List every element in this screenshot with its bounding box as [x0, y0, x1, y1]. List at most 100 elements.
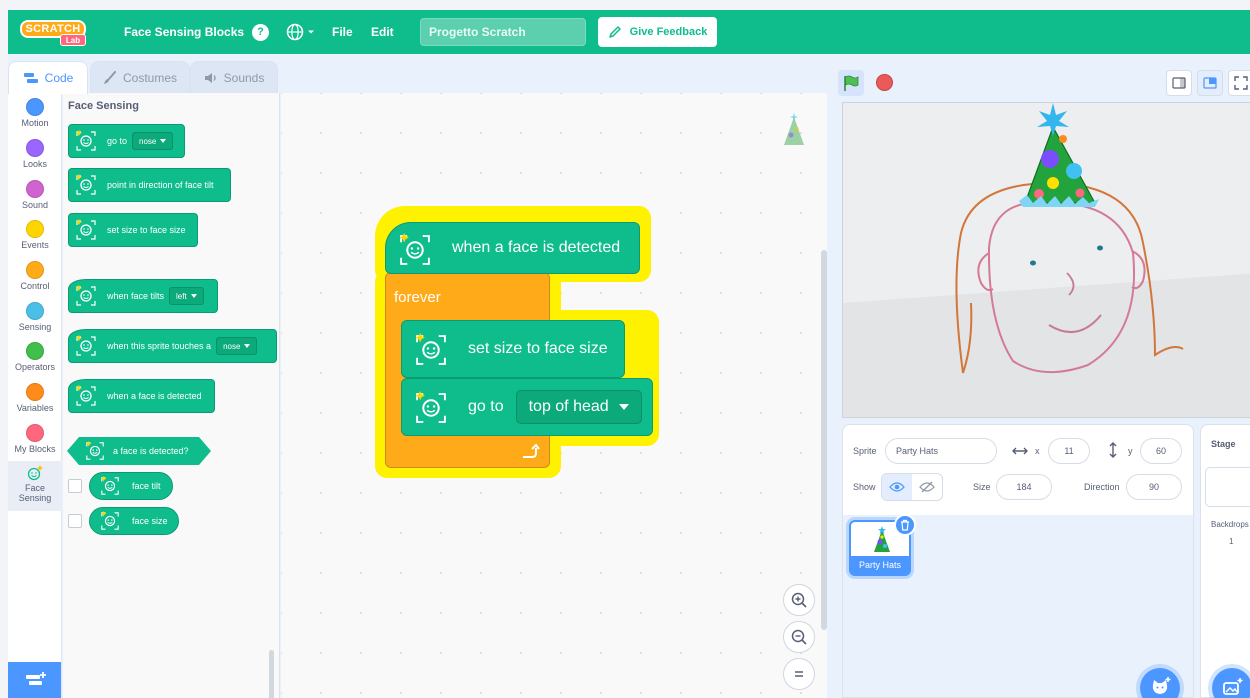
loop-arrow-icon — [523, 443, 540, 458]
block-text: go to — [468, 398, 504, 415]
x-input[interactable]: 11 — [1048, 438, 1090, 464]
x-label: x — [1035, 446, 1040, 456]
palette-block-point-direction[interactable]: point in direction of face tilt — [68, 168, 231, 202]
block-text: when face tilts — [107, 291, 165, 301]
category-label: My Blocks — [14, 444, 56, 454]
caret-down-icon — [190, 294, 197, 298]
sprite-name-input[interactable]: Party Hats — [885, 438, 997, 464]
add-extension-button[interactable] — [8, 662, 61, 698]
events-icon — [26, 220, 44, 238]
palette-block-when-sprite-touches[interactable]: when this sprite touches a nose — [68, 329, 277, 363]
help-icon[interactable]: ? — [252, 23, 270, 41]
zoom-reset-button[interactable] — [783, 658, 815, 690]
hat-block-text: when a face is detected — [452, 239, 621, 256]
brush-icon — [103, 70, 116, 84]
language-menu[interactable] — [286, 10, 316, 54]
tab-costumes[interactable]: Costumes — [90, 61, 190, 93]
normal-stage-icon — [1203, 77, 1217, 89]
when-face-detected-hat-block[interactable]: when a face is detected — [385, 222, 640, 274]
category-label: Face Sensing — [18, 483, 52, 503]
category-my-blocks[interactable]: My Blocks — [8, 421, 62, 461]
backdrop-thumbnail[interactable] — [1205, 467, 1250, 507]
face-size-monitor-checkbox[interactable] — [68, 514, 82, 528]
size-input[interactable]: 184 — [996, 474, 1052, 500]
workspace-scrollbar[interactable] — [821, 250, 827, 630]
direction-label: Direction — [1084, 482, 1120, 492]
vertical-arrows-icon — [1109, 442, 1117, 458]
block-text: face tilt — [132, 481, 161, 491]
green-flag-icon — [844, 75, 859, 91]
set-size-to-face-size-block[interactable]: set size to face size — [401, 320, 625, 378]
give-feedback-button[interactable]: Give Feedback — [598, 17, 717, 47]
palette-scrollbar[interactable] — [269, 650, 274, 698]
category-label: Events — [21, 240, 49, 250]
tilt-direction-dropdown[interactable]: left — [169, 287, 204, 305]
face-tilt-monitor-checkbox[interactable] — [68, 479, 82, 493]
pencil-icon — [608, 26, 621, 38]
dropdown-value: left — [176, 291, 187, 301]
palette-block-when-face-detected[interactable]: when a face is detected — [68, 379, 215, 413]
direction-input[interactable]: 90 — [1126, 474, 1182, 500]
category-variables[interactable]: Variables — [8, 380, 62, 420]
block-text: set size to face size — [468, 340, 608, 357]
zoom-in-button[interactable] — [783, 584, 815, 616]
palette-block-face-tilt[interactable]: face tilt — [89, 472, 173, 500]
edit-menu[interactable]: Edit — [371, 10, 394, 54]
palette-block-set-size[interactable]: set size to face size — [68, 213, 198, 247]
tab-code[interactable]: Code — [8, 61, 88, 94]
category-face-sensing[interactable]: Face Sensing — [8, 461, 62, 511]
choose-backdrop-button[interactable] — [1212, 668, 1250, 698]
webcam-face-drawing — [843, 103, 1250, 417]
stop-button[interactable] — [876, 74, 893, 91]
palette-block-face-size[interactable]: face size — [89, 507, 179, 535]
stage-panel[interactable]: Stage Backdrops 1 — [1200, 424, 1250, 698]
stage-canvas[interactable] — [842, 102, 1250, 418]
sound-icon — [26, 180, 44, 198]
touch-part-dropdown[interactable]: nose — [216, 337, 258, 355]
show-visible-button[interactable] — [882, 474, 912, 500]
small-stage-button[interactable] — [1166, 70, 1192, 96]
project-name-input[interactable]: Progetto Scratch — [420, 18, 586, 46]
go-to-target-dropdown[interactable]: top of head — [515, 390, 642, 424]
category-control[interactable]: Control — [8, 258, 62, 298]
eye-hidden-icon — [919, 481, 935, 493]
category-label: Operators — [14, 362, 56, 372]
palette-block-when-face-tilts[interactable]: when face tilts left — [68, 279, 218, 313]
face-sensing-icon — [399, 233, 430, 265]
fullscreen-button[interactable] — [1228, 70, 1250, 96]
go-to-target-dropdown[interactable]: nose — [132, 132, 174, 150]
palette-block-face-detected[interactable]: a face is detected? — [67, 437, 211, 465]
go-to-block[interactable]: go to top of head — [401, 378, 653, 436]
dropdown-value: nose — [223, 341, 241, 351]
operators-icon — [26, 342, 44, 360]
scratch-lab-logo[interactable]: SCRATCH Lab — [20, 20, 88, 46]
zoom-out-icon — [791, 629, 807, 645]
fullscreen-icon — [1234, 76, 1248, 90]
show-hidden-button[interactable] — [912, 474, 942, 500]
globe-icon — [286, 23, 304, 41]
caret-down-icon — [160, 139, 167, 143]
delete-sprite-button[interactable] — [894, 514, 916, 536]
palette-block-go-to[interactable]: go to nose — [68, 124, 185, 158]
looks-icon — [26, 139, 44, 157]
control-icon — [26, 261, 44, 279]
show-label: Show — [853, 482, 876, 492]
block-text: face size — [132, 516, 168, 526]
zoom-out-button[interactable] — [783, 621, 815, 653]
show-toggle — [881, 473, 943, 501]
tab-sounds-label: Sounds — [223, 70, 265, 85]
y-input[interactable]: 60 — [1140, 438, 1182, 464]
category-operators[interactable]: Operators — [8, 339, 62, 379]
category-sound[interactable]: Sound — [8, 177, 62, 217]
normal-stage-button[interactable] — [1197, 70, 1223, 96]
category-motion[interactable]: Motion — [8, 95, 62, 135]
face-sensing-icon — [76, 335, 96, 356]
tab-sounds[interactable]: Sounds — [190, 61, 278, 93]
category-label: Looks — [22, 159, 48, 169]
file-menu[interactable]: File — [332, 10, 353, 54]
category-sensing[interactable]: Sensing — [8, 299, 62, 339]
category-events[interactable]: Events — [8, 217, 62, 257]
green-flag-button[interactable] — [838, 70, 864, 96]
category-looks[interactable]: Looks — [8, 136, 62, 176]
my-blocks-icon — [26, 424, 44, 442]
